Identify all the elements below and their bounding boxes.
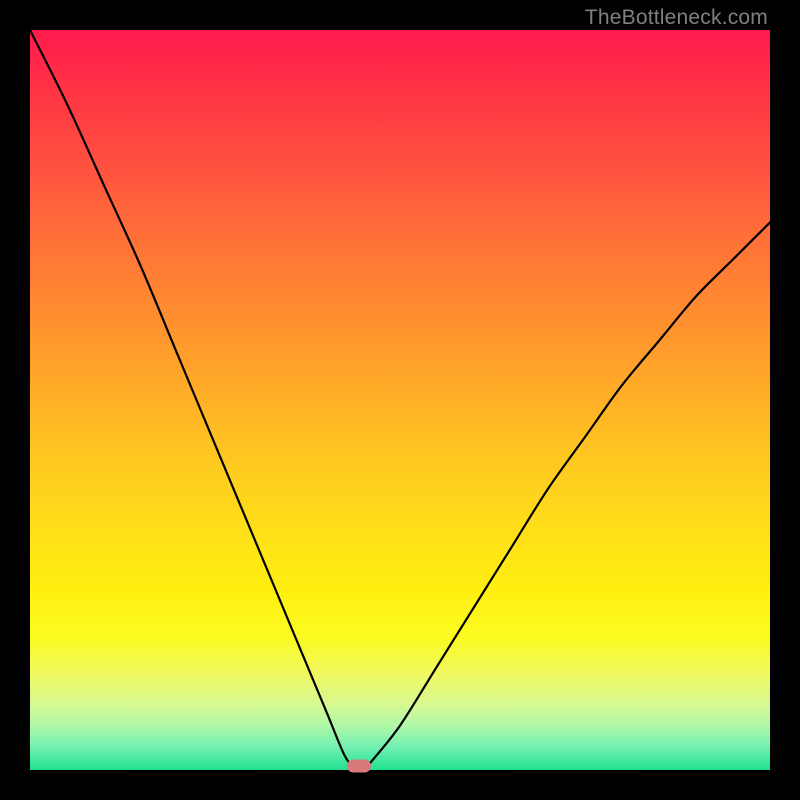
plot-area [30, 30, 770, 770]
optimal-point-marker [347, 760, 371, 773]
chart-frame: TheBottleneck.com [0, 0, 800, 800]
watermark-label: TheBottleneck.com [585, 6, 768, 30]
